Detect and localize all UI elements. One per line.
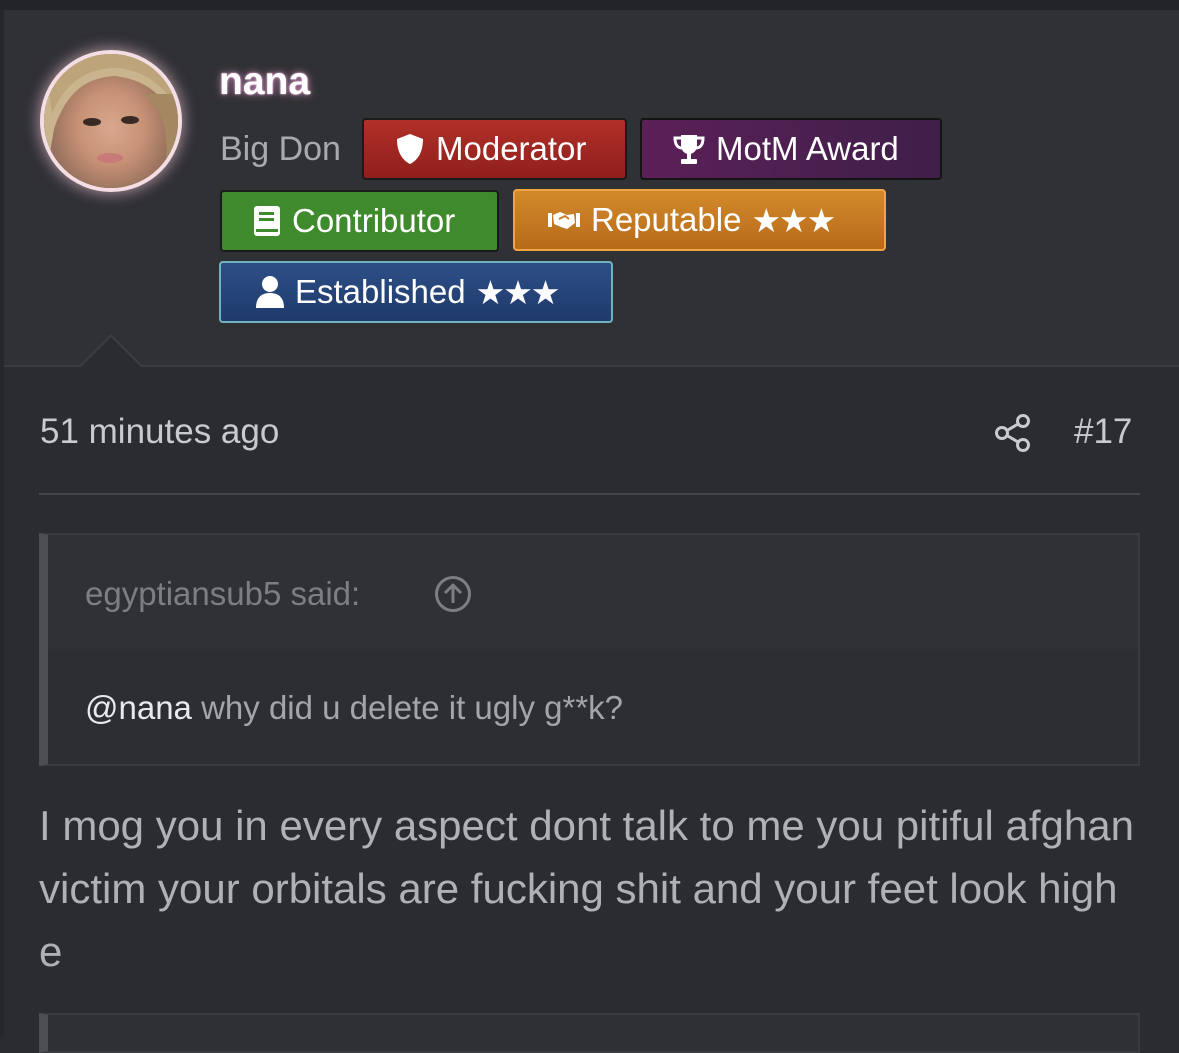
header-pointer-fill [80,337,142,368]
quote-block: egyptiansub5 said: @nana why did u delet… [39,533,1140,766]
trophy-icon [673,135,705,164]
quote-header: egyptiansub5 said: [48,535,1138,649]
next-quote-block [39,1013,1140,1053]
quote-author[interactable]: egyptiansub5 said: [85,575,360,613]
top-bar [0,0,1179,10]
user-icon [256,276,284,308]
divider [39,493,1140,495]
post-message: I mog you in every aspect dont talk to m… [39,802,1134,975]
badge-stars: ★★★ [475,273,561,311]
shield-icon [397,134,423,164]
avatar[interactable] [44,54,178,188]
post-time[interactable]: 51 minutes ago [40,412,279,452]
badge-contributor: Contributor [220,190,499,252]
post-number[interactable]: #17 [1074,412,1132,452]
quote-content: @nana why did u delete it ugly g**k? [48,649,1138,764]
badge-label: Moderator [436,130,587,167]
badge-label: Established [295,273,466,310]
handshake-icon [548,212,580,229]
badge-established: Established ★★★ [219,261,613,323]
avatar-image [44,54,178,188]
badge-label: Reputable [591,201,742,238]
quote-message: why did u delete it ugly g**k? [191,689,624,726]
quote-text: @nana why did u delete it ugly g**k? [85,689,623,727]
badge-moderator: Moderator [362,118,627,180]
username[interactable]: nana [219,60,310,104]
arrow-up-circle-icon[interactable] [434,575,472,613]
share-icon[interactable] [994,413,1032,453]
badge-reputable: Reputable ★★★ [513,189,886,251]
book-icon [254,206,280,236]
mention-link[interactable]: @nana [85,689,192,726]
user-title: Big Don [220,130,341,168]
badge-motm-award: MotM Award [640,118,942,180]
badge-stars: ★★★ [751,201,836,239]
badge-label: MotM Award [716,130,899,167]
badge-label: Contributor [292,202,456,239]
